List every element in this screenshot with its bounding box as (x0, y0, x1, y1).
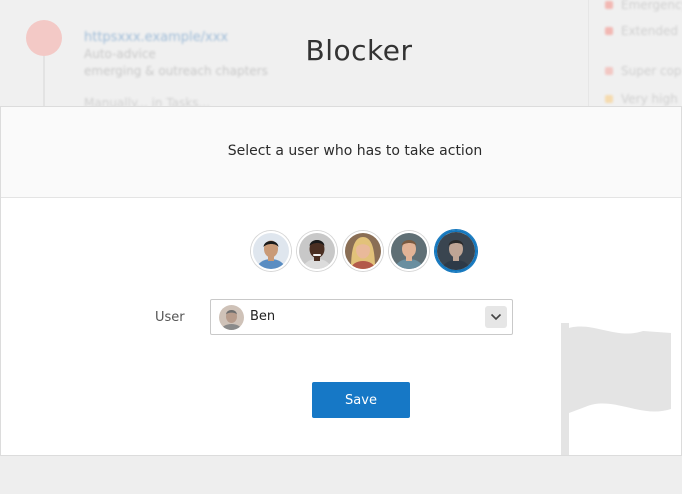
user-2-avatar-icon (299, 233, 335, 269)
user-select[interactable]: Ben (210, 299, 513, 335)
chevron-down-icon (490, 313, 502, 321)
avatar[interactable] (389, 231, 429, 271)
page-title: Blocker (305, 34, 413, 67)
save-button[interactable]: Save (312, 382, 410, 418)
user-field-row: User Ben (1, 299, 681, 337)
ben-avatar-icon (437, 232, 475, 270)
user-1-avatar-icon (253, 233, 289, 269)
user-4-avatar-icon (391, 233, 427, 269)
selected-user-avatar (219, 305, 244, 330)
flag-icon (561, 323, 671, 455)
dialog-header-text: Select a user who has to take action (227, 143, 483, 159)
dialog-header: Select a user who has to take action (1, 107, 681, 198)
user-3-avatar-icon (345, 233, 381, 269)
bg-priority-item: Emergency (605, 0, 682, 12)
avatar[interactable] (297, 231, 337, 271)
user-label: User (155, 310, 185, 325)
selected-user-name: Ben (250, 309, 276, 324)
bg-priority-item: Very high (605, 92, 678, 106)
avatar[interactable] (251, 231, 291, 271)
avatar-selected-ben[interactable] (435, 230, 477, 272)
footer-bar (0, 456, 682, 494)
dropdown-toggle[interactable] (485, 306, 507, 328)
avatar-picker (251, 229, 483, 273)
ben-avatar-icon (219, 305, 244, 330)
select-user-dialog: Select a user who has to take action Use… (0, 106, 682, 456)
avatar[interactable] (343, 231, 383, 271)
